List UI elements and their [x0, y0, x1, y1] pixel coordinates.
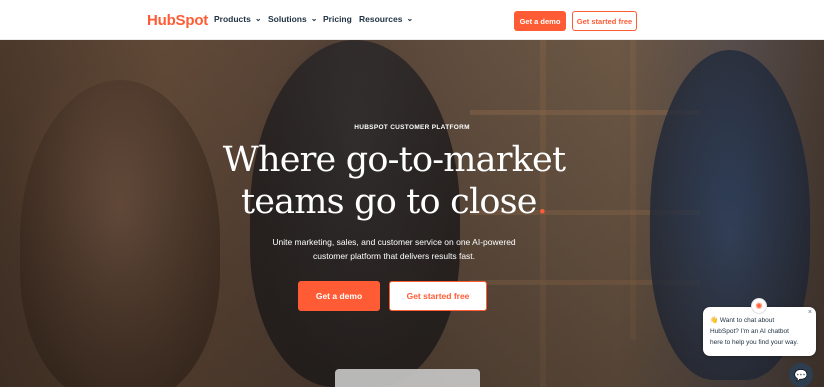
logo-text: HubSpot — [147, 12, 209, 29]
hero-eyebrow: HUBSPOT CUSTOMER PLATFORM — [354, 124, 470, 131]
get-a-demo-button[interactable]: Get a demo — [514, 11, 566, 31]
chat-icon: 💬 — [794, 369, 808, 382]
nav-item-label: Resources — [359, 14, 403, 24]
nav-item-label: Products — [214, 14, 251, 24]
chat-message-line: HubSpot? I'm an AI chatbot — [710, 328, 789, 335]
chevron-down-icon: ⌄ — [406, 13, 414, 23]
hero-subtext-line1: Unite marketing, sales, and customer ser… — [272, 237, 516, 247]
chat-message-line: 👋 Want to chat about — [710, 317, 775, 324]
nav-item-products[interactable]: Products ⌄ — [214, 13, 262, 25]
nav-item-pricing[interactable]: Pricing — [323, 14, 352, 24]
close-icon[interactable]: × — [808, 309, 812, 316]
nav-item-resources[interactable]: Resources ⌄ — [359, 13, 414, 25]
hero-subtext-line2: customer platform that delivers results … — [312, 251, 476, 261]
headline-text: teams go to — [240, 182, 451, 222]
top-navigation: HubSpot Products ⌄ Solutions ⌄ Pricing R… — [0, 0, 824, 40]
hero-headline-line1: Where go-to-market — [222, 140, 566, 180]
chat-prompt-bubble[interactable]: 👋 Want to chat about HubSpot? I'm an AI … — [703, 307, 816, 356]
chat-launcher-button[interactable]: 💬 — [789, 363, 813, 387]
hero-get-a-demo-button[interactable]: Get a demo — [298, 281, 380, 311]
headline-dot: . — [536, 182, 548, 222]
chevron-down-icon: ⌄ — [254, 13, 262, 23]
hero-get-started-free-button[interactable]: Get started free — [389, 281, 487, 311]
get-started-free-button[interactable]: Get started free — [572, 11, 637, 31]
hero-headline-line2: teams go to close. — [0, 180, 788, 224]
nav-item-solutions[interactable]: Solutions ⌄ — [268, 13, 318, 25]
chat-message-line: here to help you find your way. — [710, 339, 799, 346]
hubspot-logo[interactable]: HubSpot — [147, 12, 208, 29]
headline-emphasis: close — [450, 182, 537, 222]
sprocket-avatar-icon: ✺ — [751, 298, 767, 314]
nav-item-label: Pricing — [323, 14, 352, 24]
nav-item-label: Solutions — [268, 14, 307, 24]
chevron-down-icon: ⌄ — [310, 13, 318, 23]
laptop-image — [335, 369, 480, 387]
